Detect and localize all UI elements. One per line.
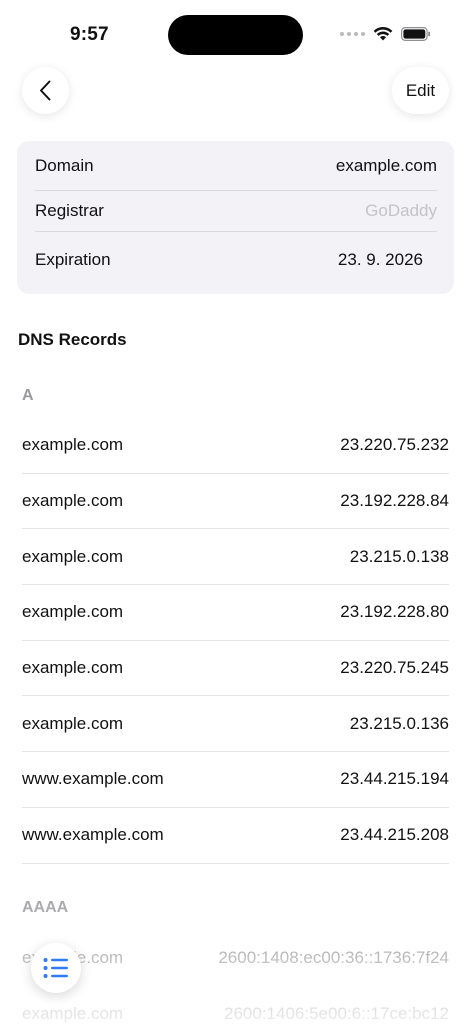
record-row[interactable]: example.com 23.220.75.245 — [22, 641, 449, 697]
info-row-expiration: Expiration 23. 9. 2026 — [35, 232, 437, 288]
record-host: example.com — [22, 435, 124, 455]
record-row[interactable]: example.com 23.215.0.136 — [22, 696, 449, 753]
record-row[interactable]: example.com 2600:1406:5e00:6::17ce:bc12 — [22, 986, 449, 1024]
info-label: Domain — [35, 155, 94, 175]
record-address: 2600:1408:ec00:36::1736:7f24 — [218, 947, 449, 967]
list-icon — [43, 958, 68, 978]
record-row[interactable]: example.com 23.192.228.80 — [22, 585, 449, 641]
aaaa-records-header: AAAA — [22, 899, 69, 916]
status-time: 9:57 — [70, 24, 109, 45]
info-row-registrar[interactable]: Registrar GoDaddy — [35, 191, 437, 232]
cellular-signal-icon — [340, 31, 365, 36]
record-row[interactable]: example.com 23.215.0.138 — [22, 529, 449, 586]
list-button[interactable] — [31, 943, 81, 993]
status-icons — [340, 26, 431, 41]
chevron-left-icon — [40, 80, 51, 101]
info-value: 23. 9. 2026 — [337, 250, 423, 269]
record-row[interactable]: example.com 23.192.228.84 — [22, 474, 449, 530]
status-bar: 9:57 — [0, 0, 471, 64]
record-address: 23.192.228.84 — [340, 491, 449, 511]
record-host: example.com — [22, 491, 124, 511]
info-label: Expiration — [35, 250, 111, 269]
record-host: example.com — [22, 658, 124, 678]
battery-icon — [401, 26, 431, 41]
screen: 9:57 Edit Domain example.com Registrar G… — [0, 0, 471, 1024]
a-records-list: example.com 23.220.75.232 example.com 23… — [22, 418, 449, 864]
wifi-icon — [373, 26, 393, 41]
info-label: Registrar — [35, 201, 104, 220]
record-row[interactable]: www.example.com 23.44.215.208 — [22, 808, 449, 864]
record-host: example.com — [22, 1003, 124, 1023]
record-address: 23.44.215.208 — [340, 825, 449, 845]
record-host: www.example.com — [22, 769, 164, 789]
record-row[interactable]: example.com 2600:1408:ec00:36::1736:7f24 — [22, 930, 449, 986]
record-address: 23.220.75.232 — [340, 435, 449, 455]
dns-records-title: DNS Records — [18, 330, 127, 349]
record-host: example.com — [22, 713, 124, 733]
info-row-domain: Domain example.com — [35, 141, 437, 191]
domain-info-card: Domain example.com Registrar GoDaddy Exp… — [17, 141, 454, 294]
record-address: 23.220.75.245 — [340, 658, 449, 678]
record-address: 23.192.228.80 — [340, 602, 449, 622]
record-row[interactable]: www.example.com 23.44.215.194 — [22, 752, 449, 808]
edit-button[interactable]: Edit — [392, 67, 449, 114]
record-address: 23.44.215.194 — [340, 769, 449, 789]
back-button[interactable] — [22, 67, 69, 114]
record-row[interactable]: example.com 23.220.75.232 — [22, 418, 449, 474]
record-host: example.com — [22, 602, 124, 622]
record-host: example.com — [22, 546, 124, 566]
record-address: 23.215.0.136 — [349, 713, 449, 733]
info-value: example.com — [335, 155, 437, 175]
dynamic-island — [168, 15, 303, 55]
aaaa-records-list: example.com 2600:1408:ec00:36::1736:7f24… — [22, 930, 449, 1024]
record-address: 2600:1406:5e00:6::17ce:bc12 — [224, 1003, 449, 1023]
record-address: 23.215.0.138 — [349, 546, 449, 566]
record-host: www.example.com — [22, 825, 164, 845]
a-records-header: A — [22, 387, 34, 404]
info-value: GoDaddy — [365, 201, 437, 220]
